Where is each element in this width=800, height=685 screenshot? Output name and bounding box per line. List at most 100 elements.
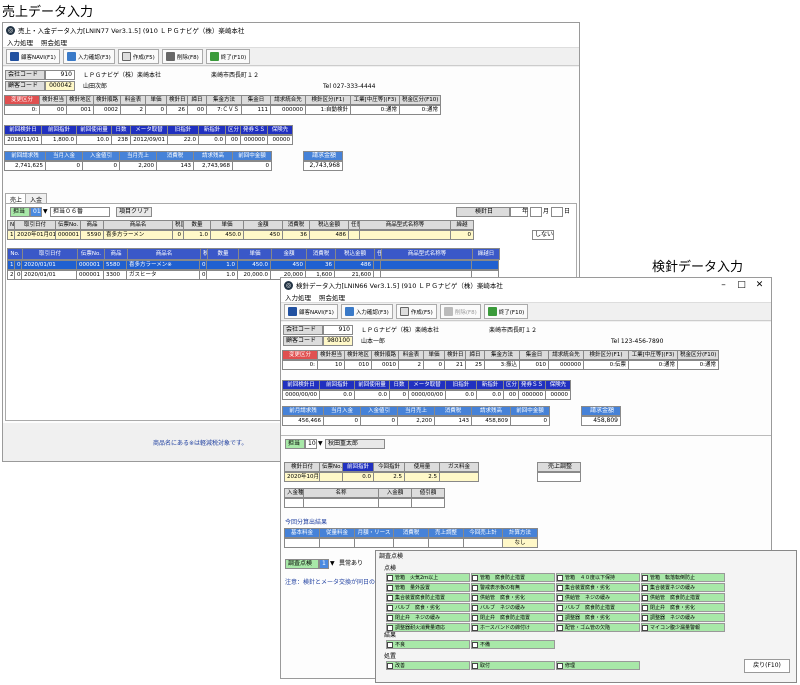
checkbox-box[interactable] bbox=[557, 594, 563, 601]
checkbox-box[interactable] bbox=[472, 662, 478, 669]
billing-value-cell-4[interactable]: 143 bbox=[434, 416, 472, 426]
meter-date-day[interactable] bbox=[551, 207, 563, 217]
entry-input-cell-13[interactable]: 0 bbox=[450, 230, 474, 240]
create-button[interactable]: 作成(F5) bbox=[117, 49, 159, 64]
billing-value-cell-6[interactable]: 0 bbox=[510, 416, 550, 426]
customer-info-value-cell-0[interactable]: 0: bbox=[4, 105, 40, 115]
customer-info-value-cell-9[interactable]: 111 bbox=[241, 105, 271, 115]
payment-input-row[interactable] bbox=[284, 498, 445, 508]
sales-adjust-field[interactable] bbox=[537, 472, 581, 482]
list-header-cell[interactable]: 消費税 bbox=[306, 248, 336, 260]
inspection-checkbox[interactable]: 供給管 ネジの緩み bbox=[556, 593, 640, 602]
inspection-checkbox[interactable]: バルブ 腐食・劣化 bbox=[386, 603, 470, 612]
list-header-cell[interactable]: No. bbox=[7, 248, 23, 260]
previous-reading-value-cell-7[interactable]: 00 bbox=[225, 135, 241, 145]
entry-input-cell-7[interactable]: 450.0 bbox=[210, 230, 244, 240]
previous-reading-value-cell-4[interactable]: 2012/09/01 bbox=[130, 135, 168, 145]
company-code-field[interactable]: 910 bbox=[45, 70, 75, 80]
list-header-cell[interactable]: 取引日付 bbox=[22, 248, 78, 260]
inspection-checkbox[interactable]: 閉止弁 腐食・劣化 bbox=[641, 603, 725, 612]
inspection-checkbox[interactable]: 管箱 ４０度以下保持 bbox=[556, 573, 640, 582]
customer-code-field[interactable]: 000042 bbox=[45, 81, 75, 91]
carryover-select[interactable]: しない bbox=[532, 230, 554, 240]
menu-input[interactable]: 入力処理 bbox=[7, 37, 33, 47]
payment-input-cell[interactable] bbox=[411, 498, 445, 508]
payment-input-cell[interactable] bbox=[303, 498, 379, 508]
staff-dropdown-icon[interactable]: ▼ bbox=[318, 439, 323, 448]
billing-value-cell-3[interactable]: 2,200 bbox=[397, 416, 435, 426]
inspection-checkbox[interactable]: 改善 bbox=[386, 661, 470, 670]
menu-inquiry[interactable]: 照会処理 bbox=[41, 37, 67, 47]
billing-value-cell-2[interactable]: 0 bbox=[360, 416, 398, 426]
staff-code-field[interactable]: 01 bbox=[30, 207, 42, 217]
inspection-checkbox[interactable]: 集合装置腐食防止措置 bbox=[386, 593, 470, 602]
list-header-cell[interactable]: 金額 bbox=[271, 248, 307, 260]
menu-input[interactable]: 入力処理 bbox=[285, 292, 311, 302]
inspection-checkbox[interactable]: 閉止弁 腐食防止措置 bbox=[471, 613, 555, 622]
inspection-checkbox[interactable]: 集合装置ネジの緩み bbox=[641, 583, 725, 592]
previous-reading-value-cell-0[interactable]: 2018/11/01 bbox=[4, 135, 42, 145]
list-row[interactable]: 1062020/01/010000015580喜多方ラーメン※01.0450.0… bbox=[7, 260, 499, 270]
calc-value-cell-4[interactable] bbox=[428, 538, 464, 548]
minimize-button[interactable]: – bbox=[716, 278, 731, 292]
previous-reading-value-cell-6[interactable]: 0.0 bbox=[198, 135, 226, 145]
customer-code-field[interactable]: 980100 bbox=[323, 336, 353, 346]
previous-reading-value-cell-8[interactable]: 000000 bbox=[240, 135, 268, 145]
previous-reading-value-cell-1[interactable]: 0.0 bbox=[319, 390, 355, 400]
checkbox-box[interactable] bbox=[642, 594, 648, 601]
checkbox-box[interactable] bbox=[387, 594, 393, 601]
entry-input-cell-3[interactable]: 5590 bbox=[80, 230, 104, 240]
entry-input-cell-12[interactable] bbox=[359, 230, 451, 240]
checkbox-box[interactable] bbox=[387, 584, 393, 591]
inspection-checkbox[interactable]: 管箱 腐食防止措置 bbox=[471, 573, 555, 582]
staff-code-field[interactable]: 10 bbox=[305, 439, 317, 449]
calc-value-cell-5[interactable] bbox=[463, 538, 503, 548]
previous-reading-value-cell-7[interactable]: 00 bbox=[503, 390, 519, 400]
previous-reading-value-cell-9[interactable]: 00000 bbox=[267, 135, 293, 145]
checkbox-box[interactable] bbox=[387, 662, 393, 669]
delete-button[interactable]: 削除(F8) bbox=[161, 49, 203, 64]
customer-info-value-cell-6[interactable]: 21 bbox=[444, 360, 466, 370]
meter-input-cell-5[interactable] bbox=[439, 472, 479, 482]
inspection-checkbox[interactable]: バルブ ネジの緩み bbox=[471, 603, 555, 612]
list-header-cell[interactable]: 税込金額 bbox=[335, 248, 375, 260]
customer-info-value-cell-3[interactable]: 0002 bbox=[93, 105, 121, 115]
customer-info-value-cell-6[interactable]: 26 bbox=[166, 105, 188, 115]
customer-info-value-cell-0[interactable]: 0: bbox=[282, 360, 318, 370]
exit-button[interactable]: 終了(F10) bbox=[483, 304, 529, 319]
input-confirm-button[interactable]: 入力確認(F3) bbox=[62, 49, 115, 64]
entry-input-cell-10[interactable]: 486 bbox=[309, 230, 349, 240]
inspection-checkbox[interactable]: 管箱 火気2ｍ以上 bbox=[386, 573, 470, 582]
create-button[interactable]: 作成(F5) bbox=[395, 304, 437, 319]
customer-info-value-cell-7[interactable]: 00 bbox=[187, 105, 207, 115]
staff-dropdown-icon[interactable]: ▼ bbox=[43, 207, 48, 216]
previous-reading-value-cell-8[interactable]: 000000 bbox=[518, 390, 546, 400]
inspection-checkbox[interactable]: 調整器 ネジの緩み bbox=[641, 613, 725, 622]
entry-input-cell-1[interactable]: 2020年01月01日 bbox=[14, 230, 56, 240]
checkbox-box[interactable] bbox=[387, 614, 393, 621]
calc-value-cell-0[interactable] bbox=[284, 538, 320, 548]
previous-reading-value-cell-2[interactable]: 0.0 bbox=[354, 390, 390, 400]
list-header-cell[interactable]: 商品 bbox=[104, 248, 128, 260]
checkbox-box[interactable] bbox=[472, 584, 478, 591]
inspection-dropdown-icon[interactable]: ▼ bbox=[330, 559, 335, 568]
checkbox-box[interactable] bbox=[472, 624, 478, 631]
calc-value-cell-1[interactable] bbox=[319, 538, 355, 548]
customer-info-value-cell-12[interactable]: 0:通常 bbox=[628, 360, 678, 370]
list-header-cell[interactable]: 数量 bbox=[207, 248, 239, 260]
customer-info-value-cell-13[interactable]: 0:通常 bbox=[399, 105, 441, 115]
calc-value-cell-3[interactable] bbox=[393, 538, 429, 548]
menu-inquiry[interactable]: 照会処理 bbox=[319, 292, 345, 302]
entry-input-cell-8[interactable]: 450 bbox=[243, 230, 283, 240]
list-header-cell[interactable]: 商品名 bbox=[127, 248, 201, 260]
previous-reading-value-cell-3[interactable]: 0 bbox=[389, 390, 409, 400]
inspection-checkbox[interactable]: 供給管 腐食・劣化 bbox=[471, 593, 555, 602]
checkbox-box[interactable] bbox=[642, 604, 648, 611]
inspection-checkbox[interactable]: 管箱 量外設置 bbox=[386, 583, 470, 592]
customer-info-value-cell-2[interactable]: 010 bbox=[344, 360, 372, 370]
customer-info-value-cell-8[interactable]: 3:振込 bbox=[484, 360, 520, 370]
customer-info-value-cell-11[interactable]: 0:伝票 bbox=[583, 360, 629, 370]
payment-input-cell[interactable] bbox=[284, 498, 304, 508]
calc-value-cell-6[interactable]: なし bbox=[502, 538, 538, 548]
customer-info-value-cell-1[interactable]: 10 bbox=[317, 360, 345, 370]
